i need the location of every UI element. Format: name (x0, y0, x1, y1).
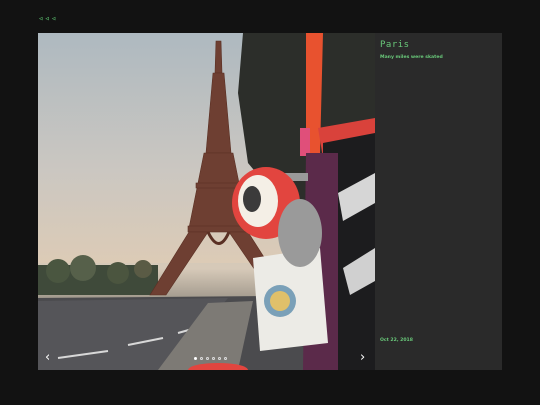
post-subtitle: Many miles were skated (380, 55, 443, 60)
post-details-panel: Paris Many miles were skated Oct 22, 201… (375, 33, 502, 370)
photo-pagination (194, 357, 227, 360)
post-viewer: ‹ › Paris Many miles were skated Oct 22,… (38, 33, 502, 370)
photo-illustration (38, 33, 375, 370)
post-title: Paris (380, 40, 410, 50)
pagination-dot[interactable] (218, 357, 221, 360)
pagination-dot[interactable] (212, 357, 215, 360)
pagination-dot[interactable] (200, 357, 203, 360)
post-date: Oct 22, 2018 (380, 338, 413, 343)
pagination-dot[interactable] (206, 357, 209, 360)
pagination-dot[interactable] (224, 357, 227, 360)
pagination-dot[interactable] (194, 357, 197, 360)
previous-photo-button[interactable]: ‹ (45, 351, 50, 364)
post-photo: ‹ › (38, 33, 375, 370)
next-photo-button[interactable]: › (360, 351, 365, 364)
back-navigation[interactable]: ◃◃◃ (38, 14, 57, 24)
